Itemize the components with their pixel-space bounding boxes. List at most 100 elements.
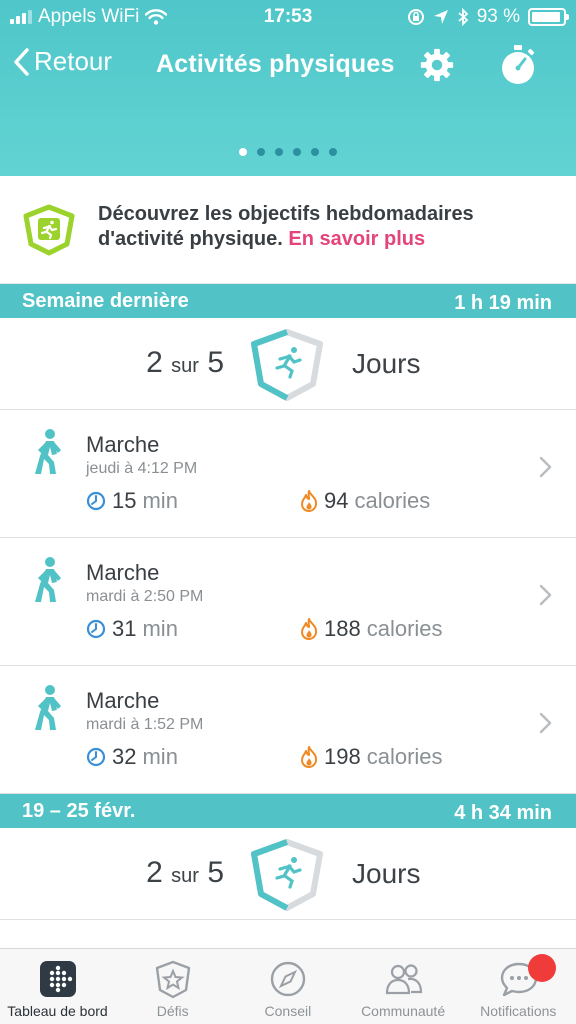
page-dot[interactable] <box>275 148 283 156</box>
location-arrow-icon <box>433 10 448 24</box>
battery-percent: 93 % <box>476 6 520 27</box>
activity-row[interactable]: Marche jeudi à 4:12 PM 15 min 94 calorie… <box>0 410 576 538</box>
tab-challenges-star[interactable]: Défis <box>115 949 230 1024</box>
activity-duration: 15 min <box>86 488 178 514</box>
goal-unit: Jours <box>352 348 421 379</box>
page-title: Activités physiques <box>156 50 395 78</box>
clock-icon <box>86 491 106 511</box>
walking-icon <box>35 429 61 474</box>
walking-icon <box>35 557 61 602</box>
duration-unit: min <box>142 744 178 769</box>
gear-icon[interactable] <box>418 46 456 84</box>
goal-unit: Jours <box>352 858 421 889</box>
clock-icon <box>86 619 106 639</box>
activity-row[interactable]: Marche mardi à 1:52 PM 32 min 198 calori… <box>0 666 576 794</box>
duration-value: 15 <box>112 488 137 513</box>
goal-progress: 2 sur 5 <box>146 346 224 380</box>
tab-label: Notifications <box>480 1003 557 1019</box>
page-dot[interactable] <box>311 148 319 156</box>
nav-bar: Retour Activités physiques <box>0 40 576 92</box>
week-header: Semaine dernière 1 h 19 min <box>0 284 576 318</box>
goal-count: 2 <box>146 856 163 889</box>
calories-unit: calories <box>354 488 431 513</box>
promo-banner: Découvrez les objectifs hebdomadaires d'… <box>0 176 576 284</box>
notification-badge <box>528 954 556 982</box>
goal-target: 5 <box>207 346 224 379</box>
weekly-goal-badge-icon <box>23 204 75 256</box>
bluetooth-icon <box>458 8 469 26</box>
week-header: 19 – 25 févr. 4 h 34 min <box>0 794 576 828</box>
goal-progress-badge-icon <box>251 839 323 911</box>
week-label: Semaine dernière <box>22 290 189 312</box>
activity-duration: 32 min <box>86 744 178 770</box>
activity-name: Marche <box>86 560 160 585</box>
chevron-right-icon <box>539 712 552 734</box>
week-label: 19 – 25 févr. <box>22 800 136 822</box>
page-dot[interactable] <box>257 148 265 156</box>
page-dot[interactable] <box>293 148 301 156</box>
status-bar: Appels WiFi 17:53 93 % <box>0 0 576 34</box>
goal-of: sur <box>171 865 199 887</box>
tab-label: Défis <box>156 1003 189 1019</box>
duration-unit: min <box>142 488 178 513</box>
duration-value: 31 <box>112 616 137 641</box>
activity-time: mardi à 2:50 PM <box>86 588 204 605</box>
page-indicator[interactable] <box>0 148 576 156</box>
compass-icon <box>271 961 306 997</box>
page-dot[interactable] <box>329 148 337 156</box>
activity-time: jeudi à 4:12 PM <box>86 460 198 477</box>
battery-icon <box>528 8 569 26</box>
weekly-goal-summary: 2 sur 5 Jours <box>0 828 576 920</box>
week-total: 4 h 34 min <box>454 802 552 824</box>
calories-value: 188 <box>324 616 361 641</box>
flame-icon <box>301 618 318 640</box>
calories-value: 198 <box>324 744 361 769</box>
rotation-lock-icon <box>407 9 424 25</box>
activity-time: mardi à 1:52 PM <box>86 716 204 733</box>
challenges-star-icon <box>155 960 191 999</box>
stopwatch-icon[interactable] <box>498 44 538 86</box>
promo-text: Découvrez les objectifs hebdomadaires d'… <box>98 202 538 252</box>
dashboard-icon <box>40 961 76 997</box>
tab-label: Tableau de bord <box>7 1003 108 1019</box>
goal-of: sur <box>171 355 199 377</box>
duration-unit: min <box>142 616 178 641</box>
activity-calories: 94 calories <box>300 488 430 514</box>
chevron-right-icon <box>539 584 552 606</box>
tab-dashboard[interactable]: Tableau de bord <box>0 949 115 1024</box>
tab-community-people[interactable]: Communauté <box>346 949 461 1024</box>
chevron-left-icon <box>14 47 29 76</box>
tab-bar: Tableau de bord Défis Conseil Communauté Not… <box>0 948 576 1024</box>
walking-icon <box>35 685 61 730</box>
clock-icon <box>86 747 106 767</box>
tab-compass[interactable]: Conseil <box>230 949 345 1024</box>
tab-label: Communauté <box>361 1003 446 1019</box>
calories-value: 94 <box>324 488 349 513</box>
flame-icon <box>301 746 318 768</box>
page-dot[interactable] <box>239 148 247 156</box>
calories-unit: calories <box>366 616 443 641</box>
goal-target: 5 <box>207 856 224 889</box>
activity-row[interactable]: Marche mardi à 2:50 PM 31 min 188 calori… <box>0 538 576 666</box>
activity-name: Marche <box>86 688 160 713</box>
flame-icon <box>301 490 318 512</box>
learn-more-link[interactable]: En savoir plus <box>288 228 425 250</box>
back-label: Retour <box>34 46 113 76</box>
duration-value: 32 <box>112 744 137 769</box>
status-right: 93 % <box>407 6 569 28</box>
activity-duration: 31 min <box>86 616 178 642</box>
activity-calories: 188 calories <box>300 616 443 642</box>
tab-label: Conseil <box>264 1003 312 1019</box>
goal-count: 2 <box>146 346 163 379</box>
week-total: 1 h 19 min <box>454 292 552 314</box>
chevron-right-icon <box>539 456 552 478</box>
battery-fill <box>532 12 560 22</box>
header-area: Appels WiFi 17:53 93 % Retour Activités … <box>0 0 576 176</box>
weekly-goal-summary: 2 sur 5 Jours <box>0 318 576 410</box>
goal-progress: 2 sur 5 <box>146 856 224 890</box>
back-button[interactable]: Retour <box>12 46 112 77</box>
community-people-icon <box>385 964 422 995</box>
tab-chat-bubble[interactable]: Notifications <box>461 949 576 1024</box>
activity-name: Marche <box>86 432 160 457</box>
goal-progress-badge-icon <box>251 329 323 401</box>
